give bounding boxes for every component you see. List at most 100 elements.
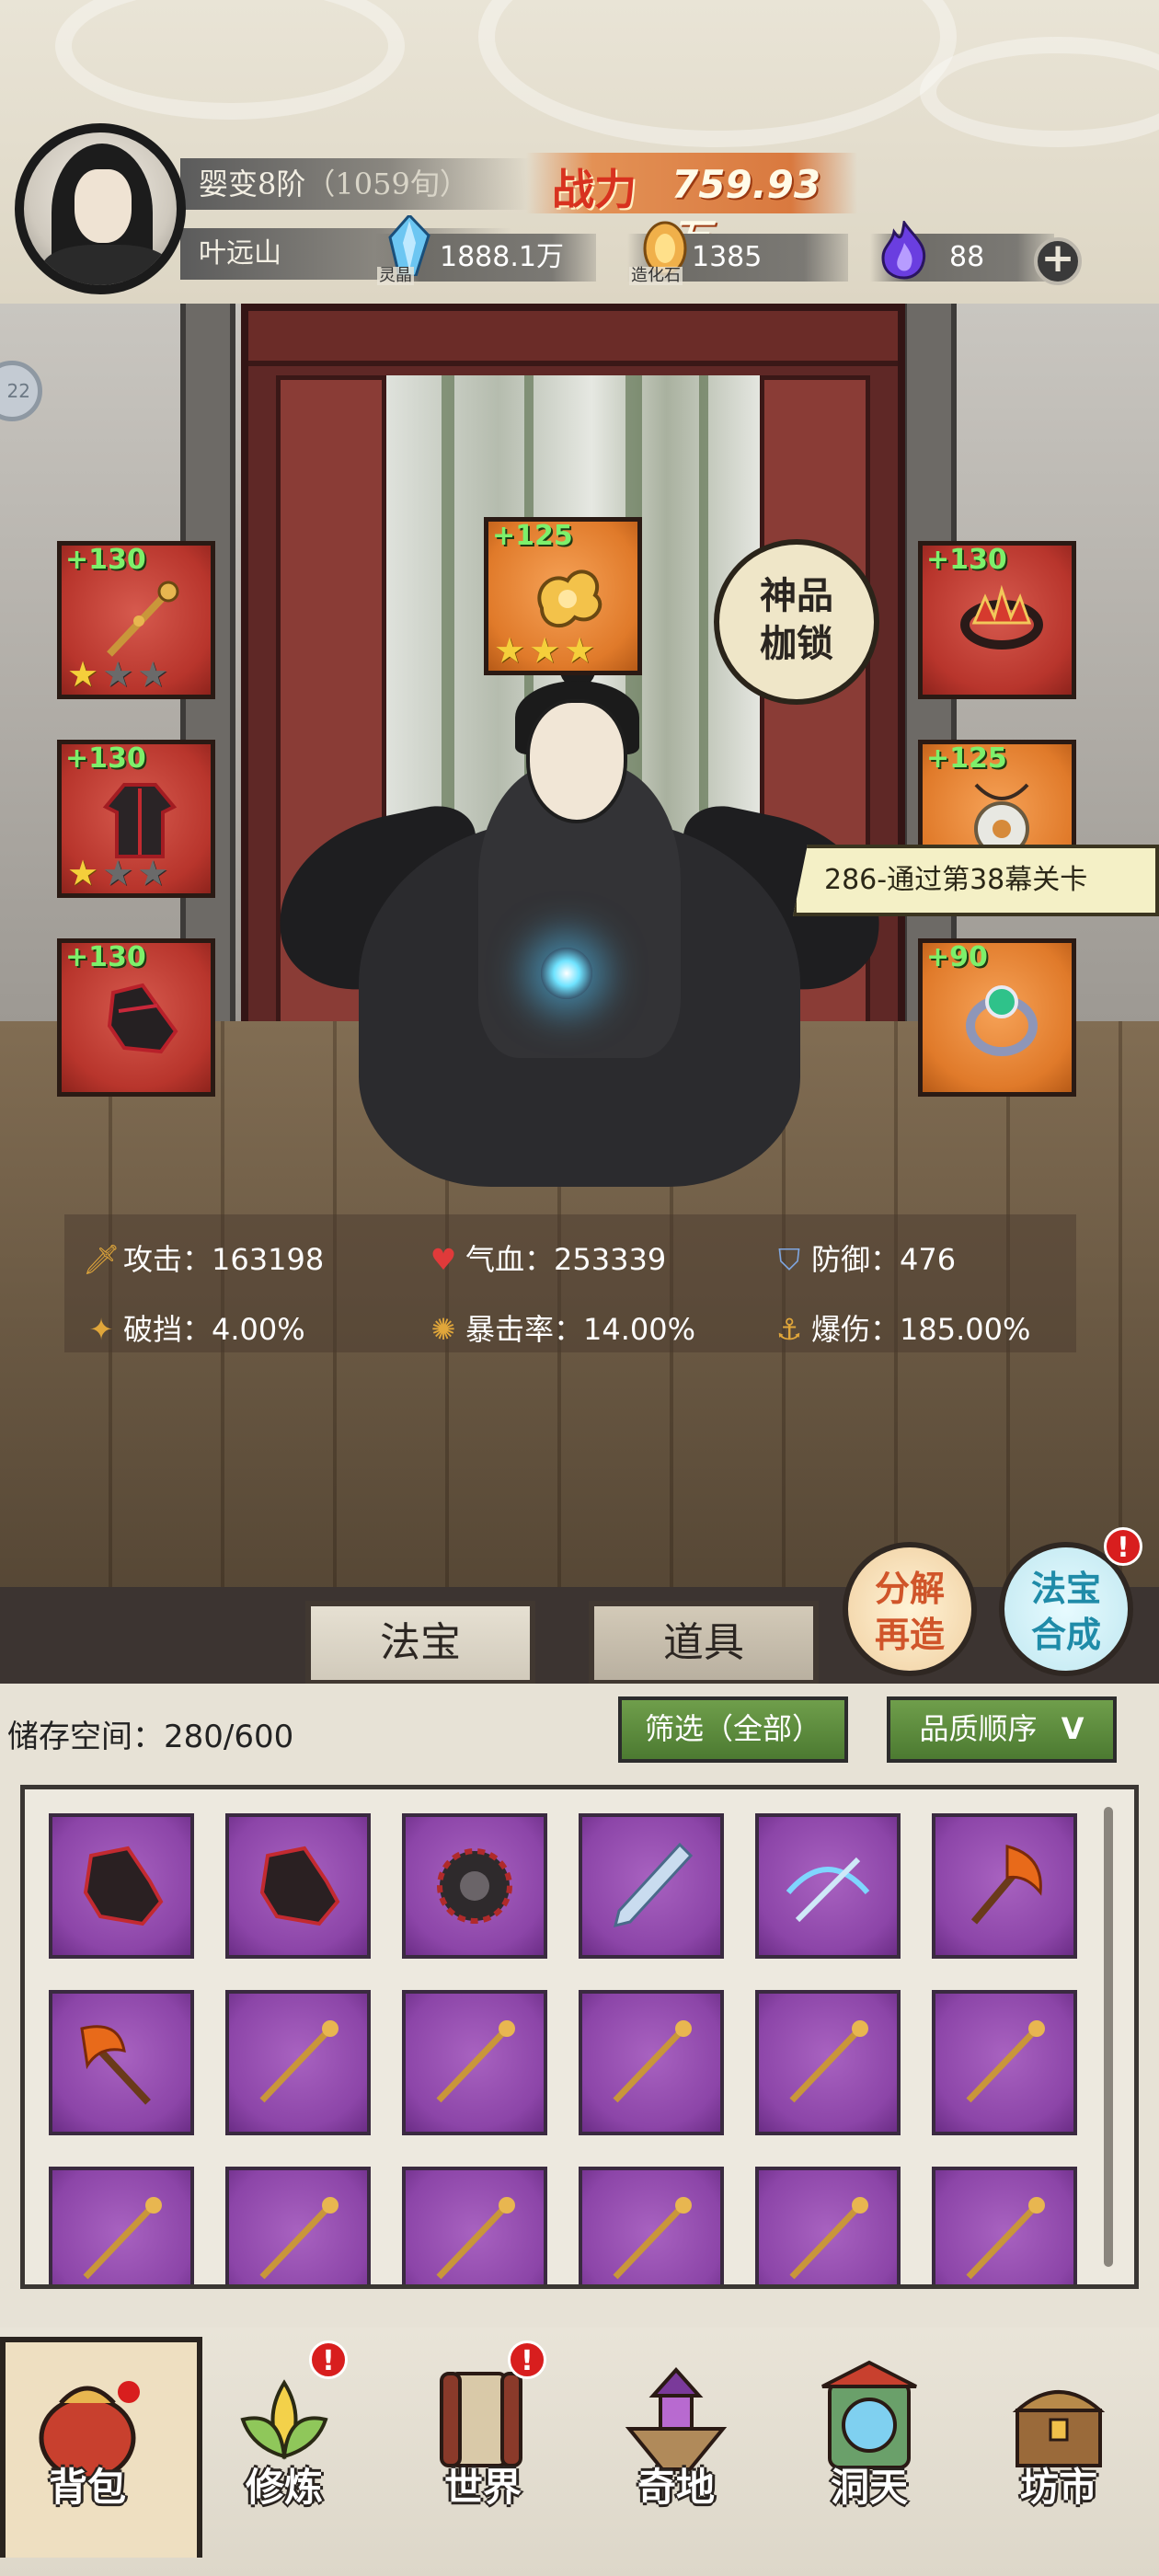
inventory-item[interactable] xyxy=(755,2167,901,2284)
resource-value: 1385 xyxy=(692,241,763,273)
resource-spirit-crystal[interactable]: 灵晶 1888.1万 xyxy=(375,215,596,285)
nav-alert-badge: ! xyxy=(309,2340,348,2379)
equip-slot-talisman[interactable]: +125 ★★★ xyxy=(484,517,642,675)
stat-value: 185.00% xyxy=(900,1312,1031,1347)
stat-value: 14.00% xyxy=(583,1312,696,1347)
chevron-down-icon: V xyxy=(1061,1711,1084,1746)
golden-cloud-talisman-icon xyxy=(537,569,602,627)
resource-name: 灵晶 xyxy=(377,266,414,285)
filter-button[interactable]: 筛选（全部） xyxy=(618,1696,848,1763)
equip-slot-boots[interactable]: +130 xyxy=(57,938,215,1097)
equip-slot-headgear[interactable]: +130 xyxy=(918,541,1076,699)
stat-crit-rate: ✺ 暴击率：14.00% xyxy=(425,1306,695,1352)
nav-bag[interactable]: 背包 xyxy=(0,2337,202,2567)
golden-staff-icon xyxy=(83,2197,162,2280)
storage-capacity: 储存空间：280/600 xyxy=(7,1719,294,1755)
inventory-item[interactable] xyxy=(402,1813,547,1959)
golden-staff-icon xyxy=(436,2197,515,2280)
flame-axe-icon xyxy=(970,1845,1042,1925)
inventory-item[interactable] xyxy=(49,1990,194,2135)
stat-label: 防御： xyxy=(811,1242,901,1277)
cloud-swirl-decoration xyxy=(55,0,405,120)
enhance-level: +130 xyxy=(65,941,146,973)
hero-character xyxy=(526,699,627,823)
realm-level: 婴变8阶 xyxy=(199,167,306,201)
sort-label: 品质顺序 xyxy=(919,1711,1038,1746)
inventory-item[interactable] xyxy=(225,2167,371,2284)
nav-wonderland[interactable]: 奇地 xyxy=(589,2337,763,2567)
spirit-orb xyxy=(541,948,592,999)
inventory-item[interactable] xyxy=(49,1813,194,1959)
golden-staff-icon xyxy=(613,2197,692,2280)
golden-staff-icon xyxy=(259,2020,339,2103)
cloud-swirl-decoration xyxy=(920,37,1159,147)
stat-label: 攻击： xyxy=(123,1242,212,1277)
tab-items[interactable]: 道具 xyxy=(589,1601,819,1685)
spiked-wheel-icon xyxy=(437,1848,512,1924)
add-resource-button[interactable]: + xyxy=(1034,237,1082,285)
golden-staff-icon xyxy=(259,2197,339,2280)
stat-crit-damage: ⚓ 爆伤：185.00% xyxy=(771,1306,1031,1352)
player-avatar[interactable] xyxy=(15,123,186,294)
stat-value: 163198 xyxy=(212,1242,325,1277)
inventory-item[interactable] xyxy=(225,1990,371,2135)
stat-defense: ⛉ 防御：476 xyxy=(771,1236,956,1282)
enhance-level: +130 xyxy=(65,742,146,775)
purple-flame-icon xyxy=(881,221,926,280)
nav-label: 坊市 xyxy=(1019,2465,1097,2510)
sort-dropdown[interactable]: 品质顺序 V xyxy=(887,1696,1117,1763)
decompose-button[interactable]: 分解 再造 xyxy=(843,1542,977,1676)
equip-slot-weapon[interactable]: +130 ★★★ xyxy=(57,541,215,699)
inventory-item[interactable] xyxy=(932,1813,1077,1959)
nav-grotto[interactable]: 洞天 xyxy=(782,2337,957,2567)
stat-value: 476 xyxy=(900,1242,957,1277)
dark-boots-icon xyxy=(107,983,178,1054)
equip-slot-ring[interactable]: +90 xyxy=(918,938,1076,1097)
star-rating: ★★★ xyxy=(494,630,600,671)
star-rating: ★★★ xyxy=(67,853,173,893)
equip-slot-armor[interactable]: +130 ★★★ xyxy=(57,740,215,898)
crit-icon: ✺ xyxy=(430,1312,456,1347)
inventory-item[interactable] xyxy=(49,2167,194,2284)
golden-staff-icon xyxy=(613,2020,692,2103)
inventory-item[interactable] xyxy=(579,2167,724,2284)
inventory-scrollbar[interactable] xyxy=(1104,1807,1113,2267)
golden-staff-icon xyxy=(107,581,179,657)
enhance-level: +130 xyxy=(65,544,146,576)
heart-icon: ♥ xyxy=(430,1242,457,1277)
inventory-item[interactable] xyxy=(932,1990,1077,2135)
golden-staff-icon xyxy=(789,2020,868,2103)
resource-creation-stone[interactable]: 造化石 1385 xyxy=(627,221,848,285)
synth-line-2: 合成 xyxy=(1030,1614,1101,1655)
inventory-item[interactable] xyxy=(755,1990,901,2135)
emerald-ring-icon xyxy=(966,985,1038,1056)
realm-age: （1059旬） xyxy=(305,167,469,201)
nav-label: 背包 xyxy=(48,2465,126,2510)
crossbow-icon xyxy=(786,1857,870,1923)
inventory-item[interactable] xyxy=(225,1813,371,1959)
inventory-item[interactable] xyxy=(579,1990,724,2135)
quest-banner[interactable]: 286-通过第38幕关卡 xyxy=(793,845,1159,916)
tab-treasure[interactable]: 法宝 xyxy=(305,1601,535,1685)
nav-market[interactable]: 坊市 xyxy=(971,2337,1146,2567)
stat-label: 气血： xyxy=(465,1242,555,1277)
divine-shackle-button[interactable]: 神品 枷锁 xyxy=(714,539,879,705)
shackle-line-1: 神品 xyxy=(760,574,833,617)
combat-power-banner: 战力 759.93万 xyxy=(526,153,857,260)
inventory-item[interactable] xyxy=(932,2167,1077,2284)
resource-purple-flame[interactable]: 88 xyxy=(870,221,1054,282)
nav-cultivate[interactable]: 修炼 ! xyxy=(197,2337,372,2567)
stat-value: 253339 xyxy=(554,1242,667,1277)
red-crown-icon xyxy=(960,584,1043,650)
power-label: 战力 xyxy=(552,165,637,214)
ice-sword-icon xyxy=(613,1842,694,1928)
inventory-item[interactable] xyxy=(402,2167,547,2284)
synth-line-1: 法宝 xyxy=(1030,1568,1101,1609)
nav-world[interactable]: 世界 ! xyxy=(396,2337,570,2567)
synthesize-alert-badge: ! xyxy=(1104,1527,1142,1566)
inventory-item[interactable] xyxy=(402,1990,547,2135)
break-icon: ✦ xyxy=(88,1312,114,1347)
inventory-item[interactable] xyxy=(579,1813,724,1959)
enhance-level: +90 xyxy=(926,941,988,973)
inventory-item[interactable] xyxy=(755,1813,901,1959)
